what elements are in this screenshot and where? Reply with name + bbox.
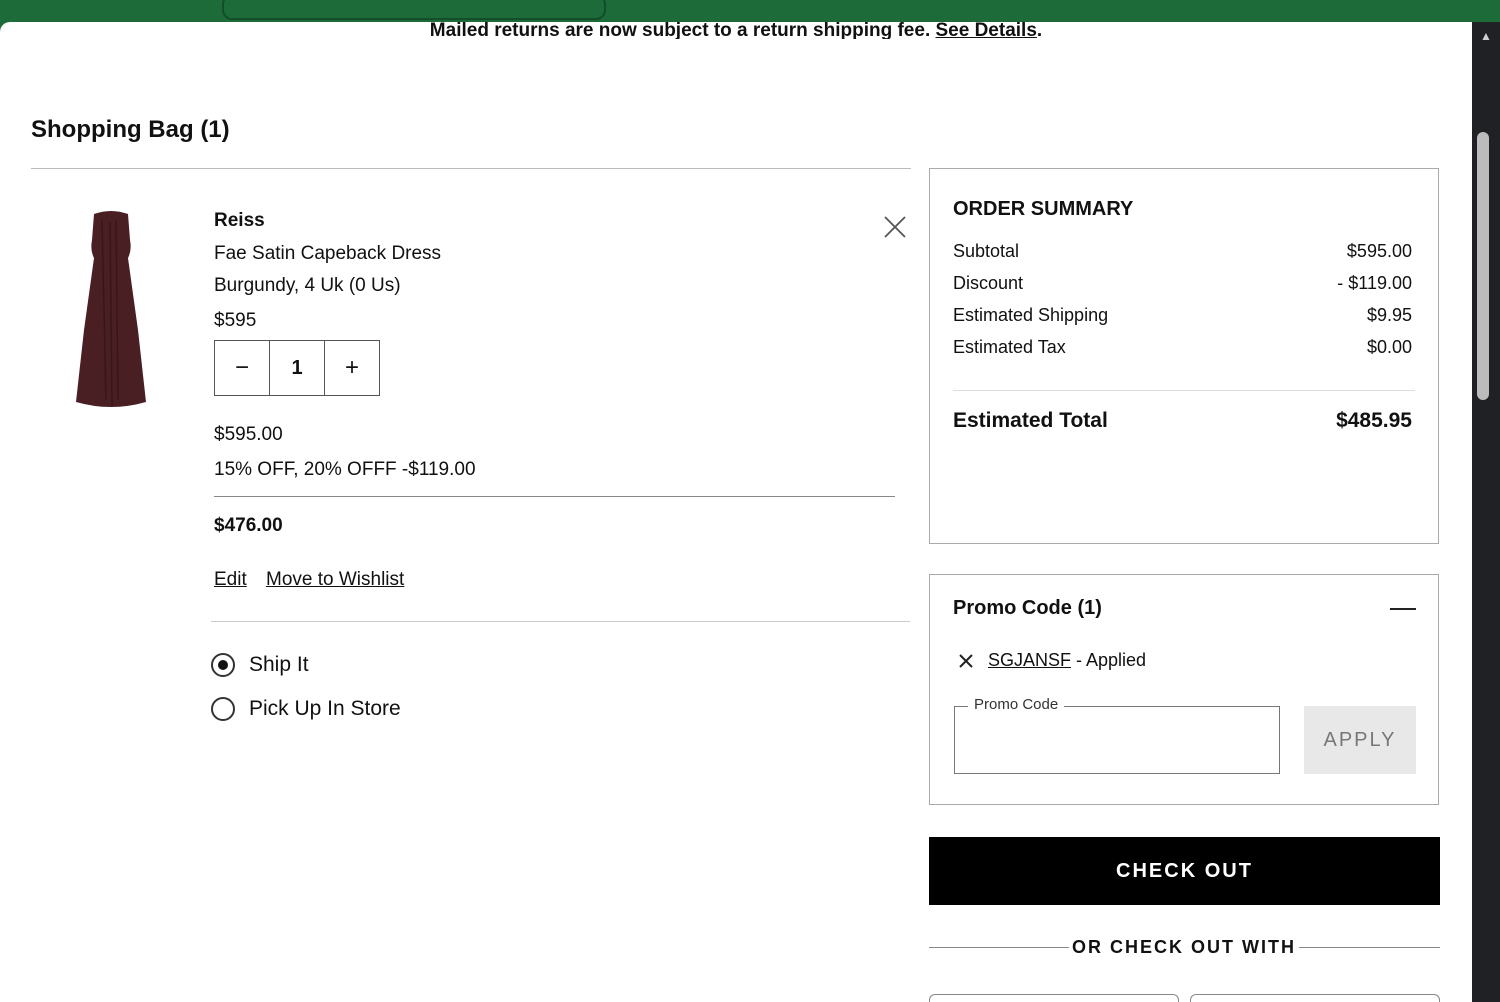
estimated-total-row: Estimated Total $485.95 [953,409,1412,433]
item-discount: 15% OFF, 20% OFFF -$119.00 [214,459,476,480]
applied-promo-status: - Applied [1071,650,1147,670]
edit-link[interactable]: Edit [214,569,247,591]
estimated-total-label: Estimated Total [953,409,1108,432]
product-brand[interactable]: Reiss [214,210,265,232]
applied-promo: SGJANSF - Applied [956,650,1146,671]
increase-quantity-button[interactable]: + [324,341,379,395]
radio-unchecked-icon[interactable] [211,697,235,721]
see-details-link[interactable]: See Details [936,22,1037,39]
summary-row-shipping: Estimated Shipping $9.95 [953,305,1412,326]
promo-code-field: Promo Code [954,696,1280,774]
delivery-option-pickup[interactable]: Pick Up In Store [211,697,401,721]
divider [1299,947,1440,948]
summary-row-discount: Discount - $119.00 [953,273,1412,294]
checkout-button[interactable]: CHECK OUT [929,837,1440,905]
alt-checkout-heading: OR CHECK OUT WITH [1072,937,1296,957]
promo-code-input[interactable] [967,725,1261,763]
delivery-option-ship[interactable]: Ship It [211,653,309,677]
delivery-option-label: Pick Up In Store [249,697,401,720]
estimated-total-value: $485.95 [1336,409,1412,432]
remove-item-icon[interactable] [882,214,908,240]
item-original-total: $595.00 [214,424,283,445]
promo-code-panel: Promo Code (1) SGJANSF - Applied Promo C… [929,574,1439,805]
page-title: Shopping Bag (1) [31,116,230,143]
order-summary: ORDER SUMMARY Subtotal $595.00 Discount … [929,168,1439,544]
product-variant: Burgundy, 4 Uk (0 Us) [214,275,401,296]
returns-banner: Mailed returns are now subject to a retu… [429,22,1043,39]
divider [953,390,1415,391]
radio-checked-icon[interactable] [211,653,235,677]
divider [929,947,1069,948]
banner-text: Mailed returns are now subject to a retu… [429,22,931,39]
browser-address-bar[interactable] [222,0,606,20]
summary-value: - $119.00 [1337,273,1412,293]
summary-value: $0.00 [1366,337,1412,357]
summary-row-subtotal: Subtotal $595.00 [953,241,1412,262]
alt-payment-button[interactable] [1190,994,1440,1002]
scrollbar-thumb[interactable] [1477,132,1489,400]
cart-page: Mailed returns are now subject to a retu… [0,22,1472,1002]
summary-label: Subtotal [953,241,1020,261]
move-to-wishlist-link[interactable]: Move to Wishlist [266,569,404,591]
summary-label: Discount [953,273,1024,293]
summary-value: $595.00 [1346,241,1412,261]
summary-label: Estimated Shipping [953,305,1109,325]
divider [214,496,895,497]
summary-label: Estimated Tax [953,337,1066,357]
item-final-total: $476.00 [214,515,283,536]
remove-promo-icon[interactable] [956,651,976,671]
scroll-up-arrow-icon[interactable]: ▲ [1476,28,1496,44]
decrease-quantity-button[interactable]: − [215,341,269,395]
quantity-stepper: − 1 + [214,340,380,396]
order-summary-title: ORDER SUMMARY [953,198,1134,220]
alt-payment-button[interactable] [929,994,1179,1002]
promo-code-title[interactable]: Promo Code (1) [953,597,1102,620]
product-price: $595 [214,310,257,331]
applied-promo-code[interactable]: SGJANSF [988,650,1071,671]
summary-row-tax: Estimated Tax $0.00 [953,337,1412,358]
summary-value: $9.95 [1366,305,1412,325]
divider [31,168,911,169]
browser-frame [0,0,1500,24]
quantity-value[interactable]: 1 [269,341,324,395]
product-name[interactable]: Fae Satin Capeback Dress [214,243,441,265]
collapse-minus-icon[interactable] [1390,608,1416,610]
divider [211,621,910,622]
product-image[interactable] [72,210,150,412]
apply-promo-button[interactable]: APPLY [1304,706,1416,774]
delivery-option-label: Ship It [249,653,309,676]
promo-code-field-label: Promo Code [968,696,1065,713]
